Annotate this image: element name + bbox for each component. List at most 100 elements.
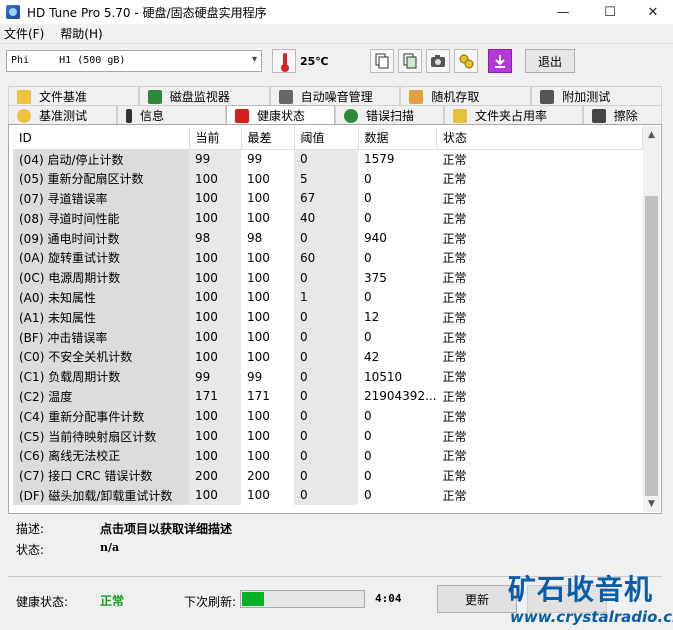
- table-cell: 0: [294, 386, 358, 407]
- update-button[interactable]: 更新: [437, 585, 517, 613]
- table-row[interactable]: (04) 启动/停止计数 99 99 0 1579 正常: [13, 149, 643, 169]
- erase-icon: [591, 108, 606, 123]
- tab-label: 磁盘监视器: [169, 90, 230, 104]
- table-cell: 100: [189, 208, 241, 229]
- scroll-thumb[interactable]: [645, 196, 658, 496]
- chevron-down-icon: ▾: [251, 54, 257, 65]
- table-cell: 正常: [436, 465, 643, 486]
- table-cell: 100: [189, 307, 241, 328]
- health-panel: ID 当前 最差 阈值 数据 状态 (04) 启动/停止计数 99 99 0 1579 正…: [8, 124, 662, 514]
- screenshot-button[interactable]: [426, 49, 450, 73]
- vertical-scrollbar[interactable]: ▲ ▼: [643, 126, 660, 512]
- table-cell: 0: [294, 406, 358, 427]
- table-row[interactable]: (C6) 离线无法校正 100 100 0 0 正常: [13, 445, 643, 466]
- table-cell: 正常: [436, 287, 643, 308]
- copy-button[interactable]: [370, 49, 394, 73]
- health-status-label: 健康状态:: [16, 595, 69, 609]
- table-cell: 100: [241, 208, 294, 229]
- table-row[interactable]: (07) 寻道错误率 100 100 67 0 正常: [13, 188, 643, 209]
- table-row[interactable]: (C5) 当前待映射扇区计数 100 100 0 0 正常: [13, 426, 643, 446]
- copy-icon: [375, 53, 389, 69]
- col-id[interactable]: ID: [13, 127, 190, 150]
- table-cell: 0: [358, 406, 437, 427]
- tab-disk-monitor[interactable]: 磁盘监视器: [138, 86, 270, 106]
- tab-error-scan[interactable]: 错误扫描: [335, 105, 444, 125]
- maximize-button[interactable]: ☐: [587, 0, 633, 24]
- tab-health[interactable]: 健康状态: [226, 105, 335, 125]
- table-row[interactable]: (C2) 温度 171 171 0 21904392... 正常: [13, 386, 643, 407]
- close-button[interactable]: ✕: [633, 0, 673, 24]
- tab-random-access[interactable]: 随机存取: [400, 86, 532, 106]
- table-row[interactable]: (C4) 重新分配事件计数 100 100 0 0 正常: [13, 406, 643, 427]
- table-row[interactable]: (A1) 未知属性 100 100 0 12 正常: [13, 307, 643, 328]
- table-row[interactable]: (DF) 磁头加载/卸载重试计数 100 100 0 0 正常: [13, 485, 643, 506]
- menu-bar: 文件(F) 帮助(H): [0, 24, 673, 44]
- table-cell: 100: [189, 287, 241, 308]
- table-cell: 100: [241, 346, 294, 367]
- table-row[interactable]: (05) 重新分配扇区计数 100 100 5 0 正常: [13, 168, 643, 189]
- table-row[interactable]: (A0) 未知属性 100 100 1 0 正常: [13, 287, 643, 308]
- health-status-value: 正常: [100, 594, 125, 608]
- scroll-up-icon[interactable]: ▲: [643, 126, 660, 143]
- table-row[interactable]: (C0) 不安全关机计数 100 100 0 42 正常: [13, 346, 643, 367]
- table-row[interactable]: (0A) 旋转重试计数 100 100 60 0 正常: [13, 247, 643, 268]
- options-button[interactable]: [454, 49, 478, 73]
- refresh-progress-bar: [240, 590, 365, 608]
- description-value: 点击项目以获取详细描述: [100, 522, 233, 536]
- app-window: HD Tune Pro 5.70 - 硬盘/固态硬盘实用程序 — ☐ ✕ 文件(…: [0, 0, 673, 630]
- copy-screen-button[interactable]: [398, 49, 422, 73]
- table-row[interactable]: (08) 寻道时间性能 100 100 40 0 正常: [13, 208, 643, 229]
- exit-button[interactable]: 退出: [525, 49, 575, 73]
- col-current[interactable]: 当前: [189, 127, 242, 150]
- table-cell: (A1) 未知属性: [13, 307, 189, 328]
- table-row[interactable]: (C7) 接口 CRC 错误计数 200 200 0 0 正常: [13, 465, 643, 486]
- tab-label: 附加测试: [562, 90, 611, 104]
- table-cell: 12: [358, 307, 437, 328]
- folder-usage-icon: [453, 108, 467, 123]
- table-cell: (DF) 磁头加载/卸载重试计数: [13, 485, 189, 506]
- table-cell: 98: [241, 228, 294, 248]
- tab-benchmark[interactable]: 基准测试: [8, 105, 117, 125]
- error-scan-icon: [344, 108, 358, 123]
- tab-noise-management[interactable]: 自动噪音管理: [269, 86, 401, 106]
- scroll-down-icon[interactable]: ▼: [643, 495, 660, 512]
- tab-extra-tests[interactable]: 附加测试: [531, 86, 662, 106]
- col-threshold[interactable]: 阈值: [294, 127, 359, 150]
- minimize-button[interactable]: —: [540, 0, 586, 24]
- menu-file[interactable]: 文件(F): [4, 25, 44, 42]
- table-cell: 67: [294, 188, 358, 209]
- tab-info[interactable]: 信息: [117, 105, 226, 125]
- drive-select[interactable]: Phi H1 (500 gB) ▾: [6, 50, 262, 72]
- table-row[interactable]: (0C) 电源周期计数 100 100 0 375 正常: [13, 267, 643, 288]
- table-cell: 正常: [436, 445, 643, 466]
- table-cell: (C4) 重新分配事件计数: [13, 406, 189, 427]
- table-row[interactable]: (C1) 负载周期计数 99 99 0 10510 正常: [13, 366, 643, 387]
- col-worst[interactable]: 最差: [241, 127, 295, 150]
- menu-help[interactable]: 帮助(H): [60, 25, 102, 42]
- table-cell: 100: [241, 188, 294, 209]
- tab-erase[interactable]: 擦除: [582, 105, 662, 125]
- tab-file-benchmark[interactable]: 文件基准: [8, 86, 139, 106]
- table-cell: 0: [358, 426, 437, 446]
- table-cell: 200: [241, 465, 294, 486]
- table-cell: 100: [241, 426, 294, 446]
- table-cell: 171: [241, 386, 294, 407]
- tab-folder-usage[interactable]: 文件夹占用率: [444, 105, 583, 125]
- table-row[interactable]: (BF) 冲击错误率 100 100 0 0 正常: [13, 327, 643, 347]
- table-cell: 40: [294, 208, 358, 229]
- table-cell: (09) 通电时间计数: [13, 228, 189, 248]
- table-cell: (C5) 当前待映射扇区计数: [13, 426, 189, 446]
- table-cell: 99: [241, 366, 294, 387]
- table-cell: 98: [189, 228, 241, 248]
- col-data[interactable]: 数据: [358, 127, 438, 150]
- status-label: 状态:: [16, 543, 45, 557]
- table-header: ID 当前 最差 阈值 数据 状态: [13, 127, 643, 150]
- table-cell: 0: [358, 485, 437, 506]
- table-cell: 0: [358, 208, 437, 229]
- col-status[interactable]: 状态: [436, 127, 643, 150]
- table-row[interactable]: (09) 通电时间计数 98 98 0 940 正常: [13, 228, 643, 248]
- save-button[interactable]: [488, 49, 512, 73]
- refresh-progress-fill: [242, 592, 264, 606]
- file-benchmark-icon: [17, 89, 31, 104]
- table-cell: (C6) 离线无法校正: [13, 445, 189, 466]
